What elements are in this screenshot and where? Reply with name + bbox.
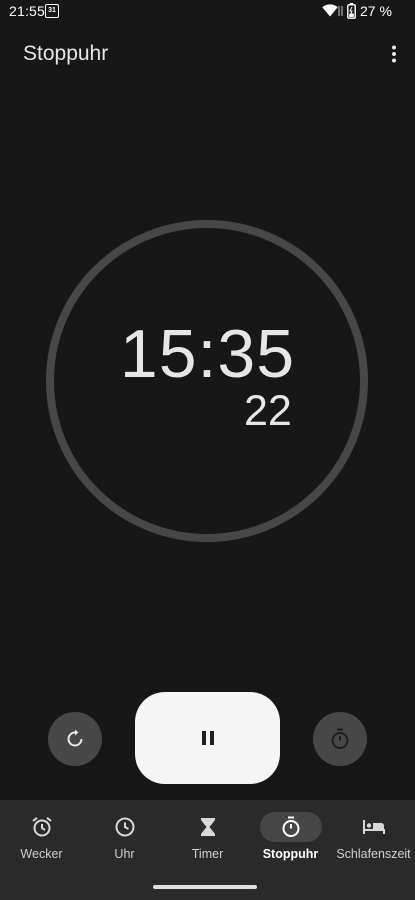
nav-label: Schlafenszeit — [336, 847, 411, 861]
nav-item-uhr[interactable]: Uhr — [83, 800, 166, 880]
pause-button[interactable] — [135, 692, 280, 784]
nav-item-schlafenszeit[interactable]: Schlafenszeit — [332, 800, 415, 880]
nav-pill — [343, 812, 405, 842]
pause-icon — [201, 731, 214, 745]
nav-label: Uhr — [114, 847, 135, 861]
wifi-icon — [322, 4, 338, 17]
nav-label-active: Stoppuhr — [262, 847, 319, 861]
nav-label: Timer — [191, 847, 224, 861]
clock-icon — [115, 817, 134, 837]
nav-pill-active — [259, 812, 322, 842]
elapsed-time: 15:35 — [119, 316, 296, 392]
stopwatch-icon — [282, 816, 299, 837]
overflow-menu-button[interactable] — [380, 40, 408, 68]
status-time: 21:55 — [9, 3, 46, 19]
hourglass-icon — [200, 818, 215, 836]
reset-button[interactable] — [48, 712, 102, 766]
stopwatch-screen: 21:55 31 27 % Stoppuhr 15:35 22 Wecker U… — [0, 0, 415, 900]
nav-pill — [177, 812, 239, 842]
more-vert-icon — [392, 45, 396, 63]
page-title: Stoppuhr — [23, 42, 109, 65]
elapsed-hundredths: 22 — [244, 387, 292, 435]
battery-percentage: 27 % — [360, 3, 392, 19]
calendar-icon: 31 — [45, 4, 59, 18]
battery-icon — [347, 3, 356, 19]
bottom-navigation: Wecker Uhr Timer Stoppuhr Schlafenszeit — [0, 800, 415, 900]
alarm-icon — [31, 817, 52, 837]
stopwatch-lap-icon — [331, 728, 349, 749]
nav-item-stoppuhr[interactable]: Stoppuhr — [249, 800, 332, 880]
home-indicator[interactable] — [153, 885, 257, 889]
bed-icon — [362, 820, 385, 834]
nav-item-wecker[interactable]: Wecker — [0, 800, 83, 880]
nav-item-timer[interactable]: Timer — [166, 800, 249, 880]
status-bar: 21:55 31 27 % — [0, 0, 415, 24]
reset-icon — [67, 729, 83, 747]
nav-pill — [11, 812, 73, 842]
lap-button[interactable] — [313, 712, 367, 766]
data-activity-icon — [338, 6, 343, 16]
nav-pill — [94, 812, 156, 842]
nav-label: Wecker — [20, 847, 63, 861]
